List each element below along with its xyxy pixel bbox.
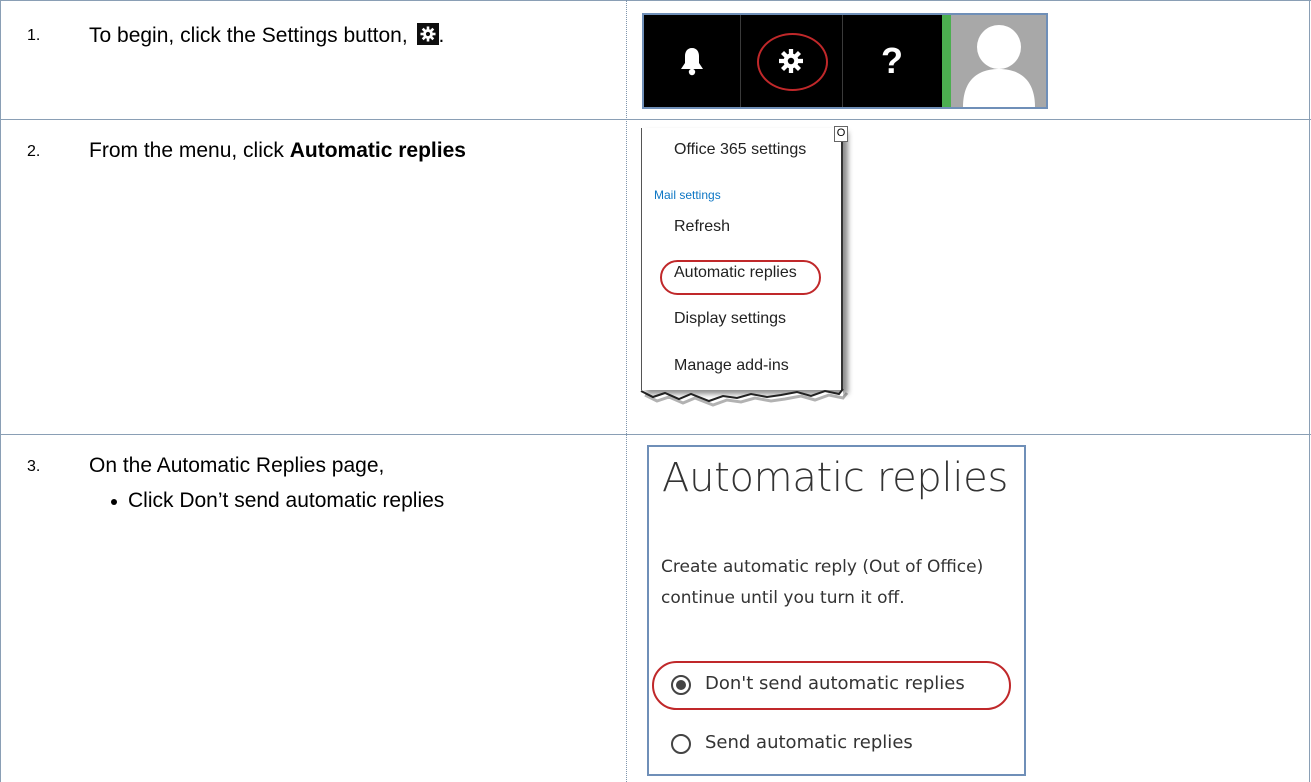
torn-edge [640, 388, 849, 411]
bell-icon [681, 48, 703, 76]
bullet-dot [111, 499, 117, 505]
menu-item-manage-add-ins[interactable]: Manage add-ins [674, 357, 789, 375]
person-silhouette-icon [963, 25, 1035, 107]
step-3-bullet: Click Don’t send automatic replies [111, 489, 445, 513]
avatar[interactable] [951, 15, 1046, 107]
description-line-2: continue until you turn it off. [661, 588, 905, 608]
menu-item-display-settings[interactable]: Display settings [674, 310, 786, 328]
page-title: Automatic replies [662, 455, 1008, 501]
step-1-number: 1. [27, 27, 41, 44]
menu-item-office-365-settings[interactable]: Office 365 settings [674, 141, 806, 159]
menu-corner-button[interactable]: O [834, 126, 848, 142]
send-label[interactable]: Send automatic replies [705, 732, 913, 753]
step-3-bullet-text: Click Don’t send automatic replies [128, 489, 445, 512]
step-2-instruction: From the menu, click [89, 139, 290, 162]
help-button[interactable]: ? [842, 15, 943, 107]
step-3-number: 3. [27, 458, 41, 475]
step-2-text: From the menu, click Automatic replies [89, 139, 466, 163]
step-1-instruction: To begin, click the Settings button, [89, 24, 414, 47]
settings-highlight-ring [757, 33, 828, 91]
row-divider-2 [0, 434, 1311, 435]
automatic-replies-highlight-ring [660, 260, 821, 295]
send-radio[interactable] [671, 734, 691, 754]
table-border-right [1309, 0, 1310, 782]
automatic-replies-screenshot: Automatic replies Create automatic reply… [647, 445, 1026, 776]
settings-gear-icon [416, 23, 439, 45]
settings-menu-screenshot: Office 365 settings Mail settings Refres… [641, 128, 843, 390]
table-border-left [0, 0, 1, 782]
step-2-target: Automatic replies [289, 139, 466, 162]
question-icon: ? [881, 40, 903, 81]
step-1-text: To begin, click the Settings button, . [89, 23, 444, 48]
menu-item-refresh[interactable]: Refresh [674, 218, 730, 236]
header-toolbar-screenshot: ? [642, 13, 1048, 109]
row-divider-1 [0, 119, 1311, 120]
table-border-top [0, 0, 1311, 1]
step-3-text: On the Automatic Replies page, [89, 454, 385, 477]
description-line-1: Create automatic reply (Out of Office) [661, 557, 984, 577]
column-divider [626, 0, 627, 782]
menu-section-mail-settings: Mail settings [654, 188, 721, 202]
presence-indicator [942, 15, 951, 107]
notifications-button[interactable] [644, 15, 741, 107]
step-1-period: . [438, 24, 445, 47]
step-2-number: 2. [27, 143, 41, 160]
dont-send-highlight-ring [652, 661, 1011, 710]
